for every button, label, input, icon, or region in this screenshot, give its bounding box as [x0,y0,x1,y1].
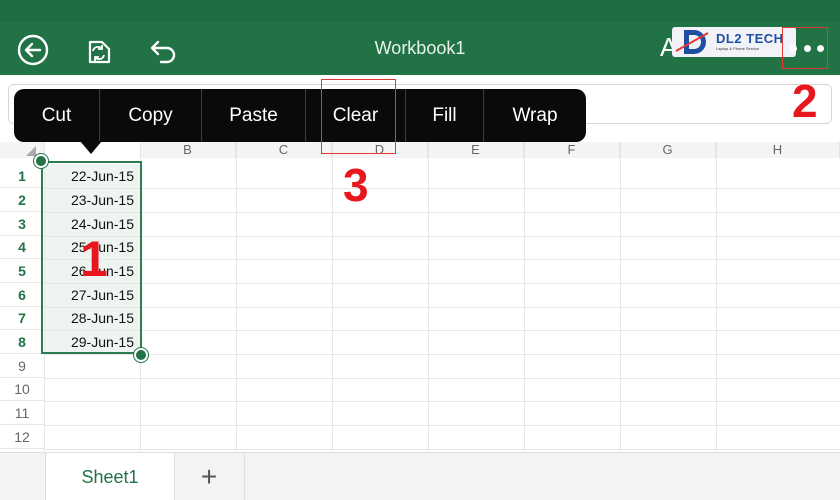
logo-text: DL2 TECH [716,31,784,46]
selection-end-handle[interactable] [134,348,148,362]
row-header[interactable]: 5 [0,259,44,283]
column-header-g[interactable]: G [620,142,716,158]
menu-item-fill[interactable]: Fill [406,89,484,142]
row-header[interactable]: 7 [0,307,44,330]
sheet-tab-sheet1[interactable]: Sheet1 [45,453,175,500]
grid-line [44,212,840,213]
row-header[interactable]: 12 [0,425,44,449]
column-header-h[interactable]: H [716,142,840,158]
grid-line [44,236,840,237]
workbook-title: Workbook1 [374,38,466,58]
more-ellipsis-icon[interactable] [790,37,824,59]
logo-tagline: Laptop & Phone Service [716,46,760,51]
circle-back-arrow-icon[interactable] [16,33,50,67]
callout-number-3: 3 [343,159,369,211]
row-header[interactable]: 8 [0,330,44,354]
callout-number-2: 2 [792,75,818,127]
tab-divider [244,453,245,500]
grid-line [44,259,840,260]
row-header[interactable]: 4 [0,236,44,259]
column-header-e[interactable]: E [428,142,524,158]
row-header[interactable]: 1 [0,164,44,188]
row-header[interactable]: 9 [0,354,44,378]
grid-line [44,188,840,189]
undo-icon[interactable] [146,33,180,67]
menu-item-cut[interactable]: Cut [14,89,100,142]
callout-number-1: 1 [80,231,108,287]
sheet-tab-bar: Sheet1 + [0,452,840,500]
menu-item-paste[interactable]: Paste [202,89,306,142]
grid-line [44,283,840,284]
grid-line [44,449,840,450]
row-header[interactable]: 3 [0,212,44,236]
context-menu-pointer [80,141,102,154]
grid-line [44,307,840,308]
menu-item-wrap[interactable]: Wrap [484,89,586,142]
grid-line [44,330,840,331]
grid-line [44,354,840,355]
dl2tech-logo: DL2 TECH Laptop & Phone Service [672,27,796,57]
logo-mark-icon [675,30,709,54]
row-header[interactable]: 6 [0,283,44,307]
column-header-c[interactable]: C [236,142,332,158]
column-header-f[interactable]: F [524,142,620,158]
grid-line [44,378,840,379]
document-sync-icon[interactable] [82,33,116,67]
add-sheet-button[interactable]: + [194,462,224,492]
column-header-b[interactable]: B [140,142,236,158]
row-header[interactable]: 10 [0,378,44,401]
row-header[interactable]: 2 [0,188,44,212]
menu-item-copy[interactable]: Copy [100,89,202,142]
row-header[interactable]: 11 [0,401,44,425]
spreadsheet-grid: B C D E F G H 1 2 3 4 5 6 7 8 9 10 11 12… [0,142,840,452]
selection-start-handle[interactable] [34,154,48,168]
grid-line [44,401,840,402]
grid-line [44,425,840,426]
context-menu: Cut Copy Paste Clear Fill Wrap [14,89,586,142]
clear-highlight-box [321,79,396,154]
status-strip [0,0,840,22]
